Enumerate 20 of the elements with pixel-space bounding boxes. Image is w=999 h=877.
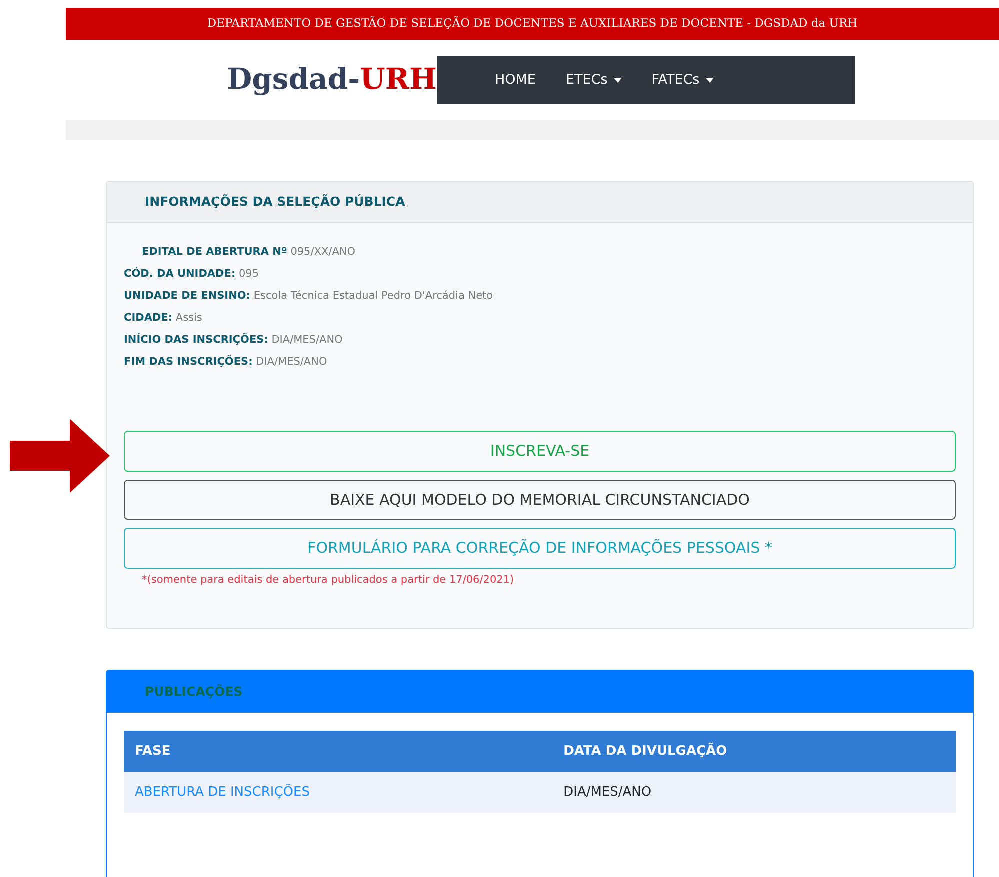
site-logo[interactable]: Dgsdad-URH bbox=[227, 58, 437, 102]
action-button[interactable]: BAIXE AQUI MODELO DO MEMORIAL CIRCUNSTANCIADO bbox=[124, 480, 956, 520]
column-header: FASE bbox=[124, 731, 553, 772]
nav-link[interactable]: FATECs bbox=[644, 64, 722, 96]
table-cell: DIA/MES/ANO bbox=[564, 784, 652, 800]
top-banner-text: DEPARTAMENTO DE GESTÃO DE SELEÇÃO DE DOCENTES E AUXILIARES DE DOCENTE - DGSDAD da URH bbox=[207, 15, 858, 32]
nav-link[interactable]: HOME bbox=[487, 64, 544, 96]
nav-link[interactable]: ETECs bbox=[558, 64, 630, 96]
info-line: FIM DAS INSCRIÇÕES: DIA/MES/ANO bbox=[124, 354, 328, 370]
info-line: INÍCIO DAS INSCRIÇÕES: DIA/MES/ANO bbox=[124, 332, 344, 348]
info-line: CÓD. DA UNIDADE: 095 bbox=[124, 266, 260, 282]
card-title: PUBLICAÇÕES bbox=[145, 682, 243, 701]
caret-icon bbox=[614, 78, 622, 83]
card-title: INFORMAÇÕES DA SELEÇÃO PÚBLICA bbox=[145, 192, 406, 211]
info-line: EDITAL DE ABERTURA Nº 095/XX/ANO bbox=[142, 245, 356, 260]
caret-icon bbox=[706, 78, 714, 83]
info-line: UNIDADE DE ENSINO: Escola Técnica Estadual Pedro D'Arcádia Neto bbox=[124, 289, 494, 304]
info-line: CIDADE: Assis bbox=[124, 311, 204, 326]
footnote-text: *(somente para editais de abertura publicados a partir de 17/06/2021) bbox=[142, 572, 516, 588]
column-header: DATA DA DIVULGAÇÃO bbox=[552, 731, 956, 772]
